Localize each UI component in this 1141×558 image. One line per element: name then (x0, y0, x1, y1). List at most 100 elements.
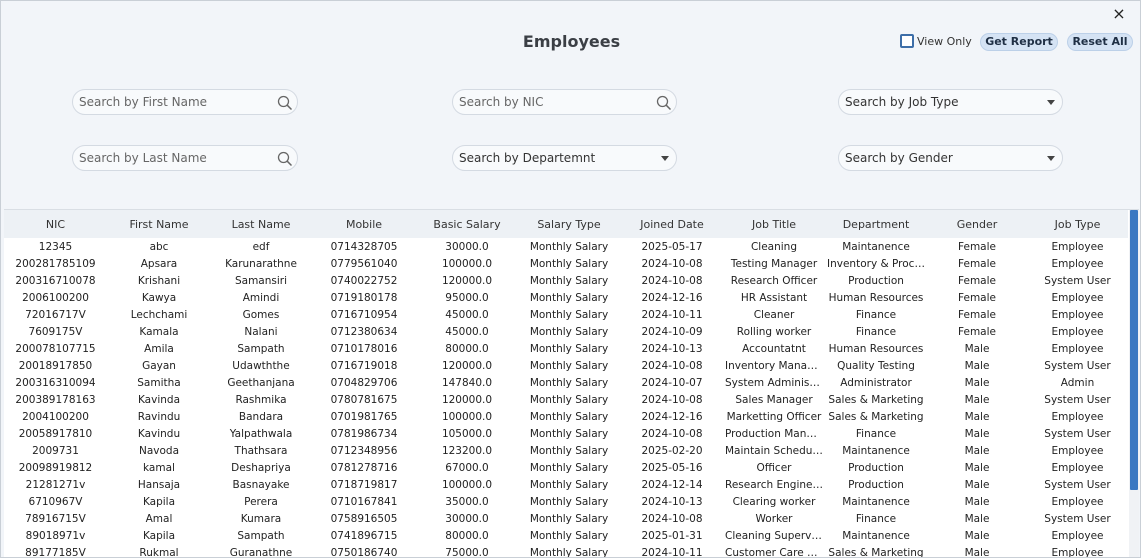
table-row[interactable]: 2006100200 Kawya Amindi 0719180178 95000.0 Mo… (4, 289, 1128, 306)
department-select-value: Search by Departemnt (459, 151, 596, 165)
table-cell: 6710967V (28, 495, 83, 508)
table-cell: 0710167841 (330, 495, 398, 508)
column-header[interactable]: Job Type (1027, 210, 1128, 238)
table-row[interactable]: 12345 abc edf 0714328705 30000.0 Monthly Sala… (4, 238, 1128, 255)
table-cell: Maintain Schedule ... (725, 444, 825, 457)
table-cell: 75000.0 (445, 546, 489, 558)
view-only-toggle[interactable]: View Only (900, 34, 972, 48)
table-cell: 20058917810 (18, 427, 93, 440)
table-cell: Inventory Manager (725, 359, 825, 372)
gender-select-value: Search by Gender (845, 151, 953, 165)
table-cell: Male (964, 393, 990, 406)
table-cell: Female (958, 240, 996, 253)
nic-search-input[interactable] (459, 95, 649, 109)
close-icon[interactable]: × (1110, 5, 1128, 23)
view-only-checkbox[interactable] (900, 34, 914, 48)
table-row[interactable]: 200281785109 Apsara Karunarathne 0779561040… (4, 255, 1128, 272)
column-header[interactable]: Department (825, 210, 927, 238)
table-cell: 0716710954 (330, 308, 398, 321)
table-cell: Navoda (138, 444, 180, 457)
first-name-search-field[interactable] (72, 89, 298, 115)
table-cell: 0779561040 (330, 257, 398, 270)
table-row[interactable]: 72016717V Lechchami Gomes 0716710954 45000.0… (4, 306, 1128, 323)
table-cell: Samitha (137, 376, 181, 389)
table-cell: 0781986734 (330, 427, 398, 440)
table-cell: Clearing worker (732, 495, 816, 508)
vertical-scrollbar[interactable] (1129, 210, 1139, 557)
chevron-down-icon[interactable] (1047, 100, 1055, 105)
last-name-search-input[interactable] (79, 151, 269, 165)
table-cell: Employee (1051, 308, 1104, 321)
table-cell: 200316710078 (15, 274, 96, 287)
table-row[interactable]: 200316710078 Krishani Samansiri 0740022752 1… (4, 272, 1128, 289)
last-name-search-field[interactable] (72, 145, 298, 171)
table-row[interactable]: 200389178163 Kavinda Rashmika 0780781675 120… (4, 391, 1128, 408)
table-cell: Employee (1051, 240, 1104, 253)
column-header[interactable]: Mobile (311, 210, 417, 238)
table-cell: Human Resources (828, 342, 924, 355)
column-header[interactable]: NIC (4, 210, 107, 238)
table-row[interactable]: 200316310094 Samitha Geethanjana 0704829706… (4, 374, 1128, 391)
chevron-down-icon[interactable] (661, 156, 669, 161)
scrollbar-thumb[interactable] (1130, 210, 1138, 490)
table-row[interactable]: 89177185V Rukmal Guranathne 0750186740 75000… (4, 544, 1128, 558)
table-cell: Monthly Salary (529, 478, 609, 491)
table-cell: abc (149, 240, 169, 253)
get-report-button[interactable]: Get Report (980, 33, 1058, 51)
table-cell: Male (964, 376, 990, 389)
column-header[interactable]: Salary Type (517, 210, 621, 238)
job-type-select[interactable]: Search by Job Type (838, 89, 1063, 115)
table-row[interactable]: 20058917810 Kavindu Yalpathwala 0781986734 1… (4, 425, 1128, 442)
table-cell: 2009731 (32, 444, 79, 457)
table-cell: 78916715V (25, 512, 86, 525)
table-row[interactable]: 78916715V Amal Kumara 0758916505 30000.0 Mont… (4, 510, 1128, 527)
table-cell: Yalpathwala (229, 427, 293, 440)
table-cell: Research Engineer (725, 478, 824, 491)
table-cell: Monthly Salary (529, 444, 609, 457)
first-name-search-input[interactable] (79, 95, 269, 109)
reset-all-button[interactable]: Reset All (1067, 33, 1133, 51)
table-cell: Finance (855, 325, 897, 338)
table-cell: Ravindu (137, 410, 181, 423)
table-row[interactable]: 7609175V Kamala Nalani 0712380634 45000.0 Mon… (4, 323, 1128, 340)
table-cell: Amindi (242, 291, 280, 304)
search-icon[interactable] (277, 151, 293, 167)
column-header[interactable]: Basic Salary (417, 210, 517, 238)
table-cell: Monthly Salary (529, 529, 609, 542)
table-cell: 147840.0 (441, 376, 493, 389)
column-header[interactable]: Gender (927, 210, 1027, 238)
table-row[interactable]: 89018971v Kapila Sampath 0741896715 80000.0 M… (4, 527, 1128, 544)
chevron-down-icon[interactable] (1047, 156, 1055, 161)
table-row[interactable]: 20098919812 kamal Deshapriya 0781278716 6700… (4, 459, 1128, 476)
department-select[interactable]: Search by Departemnt (452, 145, 677, 171)
nic-search-field[interactable] (452, 89, 677, 115)
table-row[interactable]: 20018917850 Gayan Udawththe 0716719018 12000… (4, 357, 1128, 374)
table-cell: Male (964, 427, 990, 440)
table-header-row: NIC First Name Last Name Mobile Basic Salary… (4, 210, 1128, 238)
table-cell: Krishani (137, 274, 181, 287)
table-cell: Employee (1051, 444, 1104, 457)
table-cell: Male (964, 342, 990, 355)
table-cell: Sales & Marketing (828, 393, 924, 406)
table-cell: Cleaning (750, 240, 798, 253)
table-row[interactable]: 6710967V Kapila Perera 0710167841 35000.0 Mon… (4, 493, 1128, 510)
table-row[interactable]: 2009731 Navoda Thathsara 0712348956 123200.0… (4, 442, 1128, 459)
search-icon[interactable] (277, 95, 293, 111)
column-header[interactable]: First Name (107, 210, 211, 238)
column-header[interactable]: Job Title (723, 210, 825, 238)
table-row[interactable]: 200078107715 Amila Sampath 0710178016 80000.… (4, 340, 1128, 357)
table-cell: Quality Testing (837, 359, 915, 372)
table-cell: Employee (1051, 461, 1104, 474)
table-cell: 2025-02-20 (641, 444, 703, 457)
column-header[interactable]: Joined Date (621, 210, 723, 238)
table-cell: Employee (1051, 546, 1104, 558)
column-header[interactable]: Last Name (211, 210, 311, 238)
table-row[interactable]: 2004100200 Ravindu Bandara 0701981765 100000… (4, 408, 1128, 425)
table-cell: 2024-10-08 (641, 274, 703, 287)
table-cell: Rashmika (235, 393, 287, 406)
table-row[interactable]: 21281271v Hansaja Basnayake 0718719817 10000… (4, 476, 1128, 493)
table-cell: Thathsara (234, 444, 288, 457)
table-cell: System User (1044, 274, 1111, 287)
search-icon[interactable] (656, 95, 672, 111)
gender-select[interactable]: Search by Gender (838, 145, 1063, 171)
